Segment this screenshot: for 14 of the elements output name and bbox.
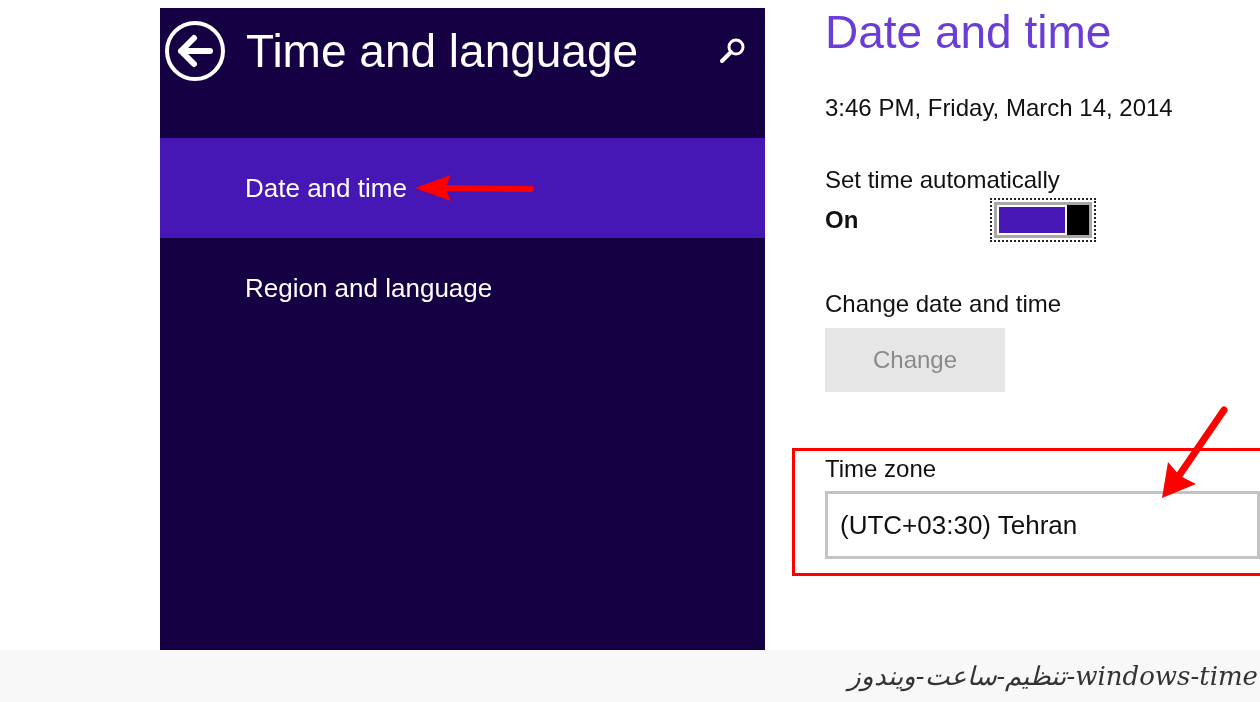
nav-item[interactable]: Date and time: [160, 138, 765, 238]
time-zone-dropdown[interactable]: (UTC+03:30) Tehran: [825, 491, 1260, 559]
toggle-state: On: [825, 206, 860, 234]
setting-label: Set time automatically: [825, 166, 1061, 194]
current-time: 3:46 PM, Friday, March 14, 2014: [825, 94, 1174, 122]
search-icon[interactable]: [719, 36, 747, 64]
setting-label: Time zone: [825, 455, 938, 483]
nav-item[interactable]: Region and language: [160, 238, 765, 338]
image-caption: windows-time-تنظیم-ساعت-ویندوز: [847, 661, 1258, 691]
section-title: Date and time: [825, 5, 1113, 60]
setting-label: Change date and time: [825, 290, 1063, 318]
page-title: Time and language: [246, 24, 640, 79]
toggle-switch[interactable]: [990, 198, 1096, 242]
back-icon[interactable]: [164, 20, 226, 82]
